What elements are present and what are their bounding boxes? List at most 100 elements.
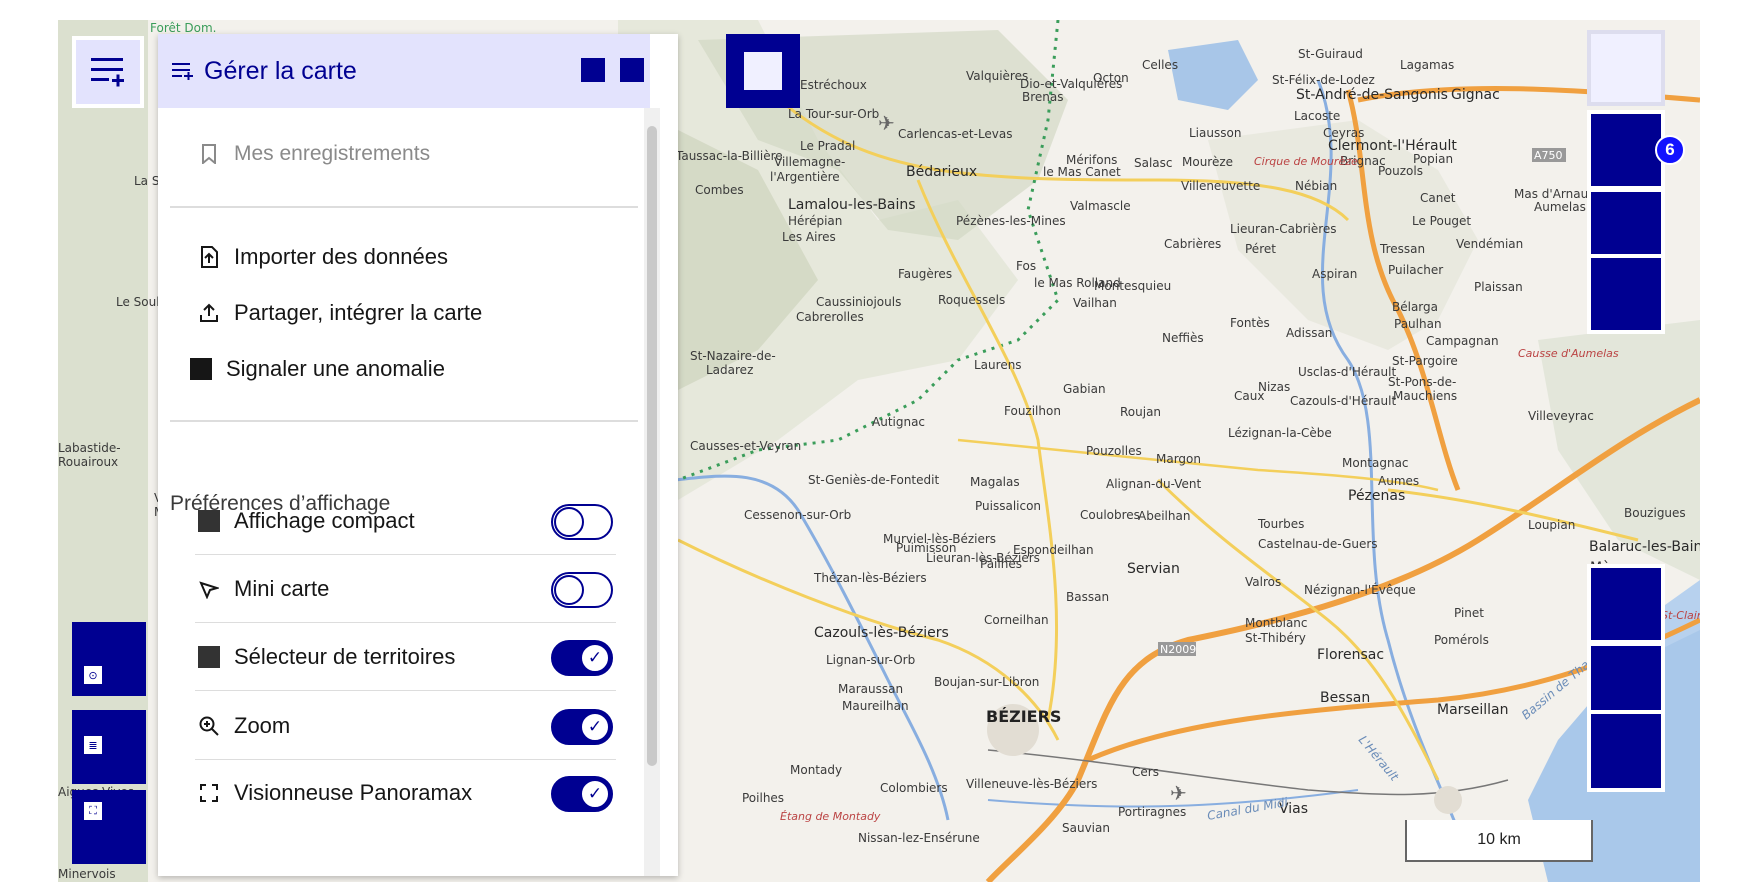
svg-text:Marseillan: Marseillan [1437,702,1508,718]
cursor-icon [198,578,220,600]
svg-text:Cirque de Mourèze: Cirque de Mourèze [1254,155,1358,168]
panel-scrollbar[interactable] [647,126,657,766]
svg-text:Ladarez: Ladarez [706,363,753,377]
territory-toggle[interactable]: ✓ [551,640,613,676]
svg-text:Gignac: Gignac [1451,87,1500,103]
pref-territory-label: Sélecteur de territoires [234,644,456,669]
pref-compact: Affichage compact [198,508,415,534]
svg-text:Neffiès: Neffiès [1162,331,1204,345]
svg-text:Dio-et-Valquières: Dio-et-Valquières [1020,77,1122,91]
location-button[interactable]: ⊙ [72,622,146,696]
svg-text:Cabrières: Cabrières [1164,237,1221,251]
panoramax-icon [198,782,220,804]
close-icon [744,52,782,90]
svg-text:St-Pons-de-: St-Pons-de- [1388,375,1456,389]
svg-text:Lamalou-les-Bains: Lamalou-les-Bains [788,197,916,213]
location-icon: ⊙ [84,666,102,684]
pref-territory: Sélecteur de territoires [198,644,455,670]
svg-text:Fontès: Fontès [1230,316,1270,330]
panel-pin-button[interactable] [581,58,605,82]
svg-text:Autignac: Autignac [872,415,925,429]
svg-text:Lagamas: Lagamas [1400,58,1454,72]
svg-text:Bessan: Bessan [1320,690,1370,706]
svg-text:Bouzigues: Bouzigues [1624,506,1686,520]
svg-text:Pailhès: Pailhès [980,557,1022,571]
svg-text:le Mas Canet: le Mas Canet [1043,165,1121,179]
svg-text:Carlencas-et-Levas: Carlencas-et-Levas [898,127,1013,141]
svg-text:Taussac-la-Billière: Taussac-la-Billière [675,149,783,163]
zoom-toggle[interactable]: ✓ [551,709,613,745]
svg-text:Sauvian: Sauvian [1062,821,1110,835]
pref-compact-label: Affichage compact [234,508,415,533]
svg-text:Vailhan: Vailhan [1073,296,1117,310]
layers-count-badge: 6 [1655,135,1685,165]
svg-text:Valmascle: Valmascle [1070,199,1131,213]
pref-zoom: Zoom [198,713,290,739]
search-button[interactable] [1587,30,1665,106]
svg-text:Tourbes: Tourbes [1257,517,1304,531]
svg-text:Paulhan: Paulhan [1394,317,1442,331]
svg-text:Causse d'Aumelas: Causse d'Aumelas [1518,347,1619,360]
svg-text:Balaruc-les-Bains: Balaruc-les-Bains [1589,539,1700,555]
svg-text:Loupian: Loupian [1528,518,1575,532]
svg-text:Aspiran: Aspiran [1312,267,1357,281]
svg-text:Aumes: Aumes [1378,474,1419,488]
import-data-button[interactable]: Importer des données [198,244,448,270]
territory-icon [198,646,220,668]
svg-text:Servian: Servian [1127,561,1180,577]
svg-text:Puissalicon: Puissalicon [975,499,1041,513]
legend-icon: ≣ [84,736,102,754]
svg-text:Caussiniojouls: Caussiniojouls [816,295,901,309]
svg-text:Laurens: Laurens [974,358,1022,372]
draw-button[interactable] [1587,254,1665,334]
menu-toggle-button[interactable] [72,36,144,108]
fullscreen-button[interactable]: ⛶ [72,790,146,864]
zoom-in-button[interactable] [1587,564,1665,644]
svg-text:Villeveyrac: Villeveyrac [1528,409,1594,423]
svg-text:Brenas: Brenas [1022,90,1064,104]
svg-text:Valros: Valros [1245,575,1281,589]
panel-title: Gérer la carte [204,56,357,85]
svg-text:St-Geniès-de-Fontedit: St-Geniès-de-Fontedit [808,473,939,487]
saved-items-link[interactable]: Mes enregistrements [198,142,430,166]
fullscreen-icon: ⛶ [84,802,102,820]
svg-text:Castelnau-de-Guers: Castelnau-de-Guers [1258,537,1378,551]
svg-text:St-Félix-de-Lodez: St-Félix-de-Lodez [1272,73,1375,87]
svg-text:Cessenon-sur-Orb: Cessenon-sur-Orb [744,508,851,522]
layers-button[interactable] [1587,110,1665,190]
check-icon: ✓ [580,712,610,742]
svg-text:Salasc: Salasc [1134,156,1173,170]
svg-text:Vendémian: Vendémian [1456,237,1523,251]
report-issue-button[interactable]: Signaler une anomalie [190,356,445,382]
svg-text:Péret: Péret [1245,242,1276,256]
svg-text:Montblanc: Montblanc [1245,616,1308,630]
svg-text:Popian: Popian [1413,152,1453,166]
divider [170,206,638,208]
check-icon: ✓ [580,643,610,673]
legend-button[interactable]: ≣ [72,710,146,784]
compact-toggle[interactable] [551,504,613,540]
svg-text:Maureilhan: Maureilhan [842,699,909,713]
svg-text:Bédarieux: Bédarieux [906,164,977,180]
compact-icon [198,510,220,532]
panoramax-toggle[interactable]: ✓ [551,776,613,812]
svg-text:La Tour-sur-Orb: La Tour-sur-Orb [788,107,879,121]
svg-text:Mauchiens: Mauchiens [1393,389,1457,403]
panel-expand-button[interactable] [620,58,644,82]
panel-clip: Visionneuse Panoramax ✓ [158,760,644,876]
share-map-button[interactable]: Partager, intégrer la carte [198,300,482,326]
share-map-label: Partager, intégrer la carte [234,300,483,325]
menu-list-icon [91,58,124,87]
minimap-toggle[interactable] [551,572,613,608]
report-icon [190,358,212,380]
svg-text:✈: ✈ [1170,783,1187,805]
row-divider [195,622,616,623]
bookmark-icon [198,143,220,165]
reset-view-button[interactable] [1587,710,1665,792]
panel-close-button[interactable] [726,34,800,108]
pref-panoramax: Visionneuse Panoramax [198,780,472,806]
svg-text:Mas d'Arnaud: Mas d'Arnaud [1514,187,1596,201]
manage-map-panel: Gérer la carte Mes enregistrements Impor… [158,34,800,876]
svg-text:Bassan: Bassan [1066,590,1109,604]
svg-text:Estréchoux: Estréchoux [800,78,867,92]
